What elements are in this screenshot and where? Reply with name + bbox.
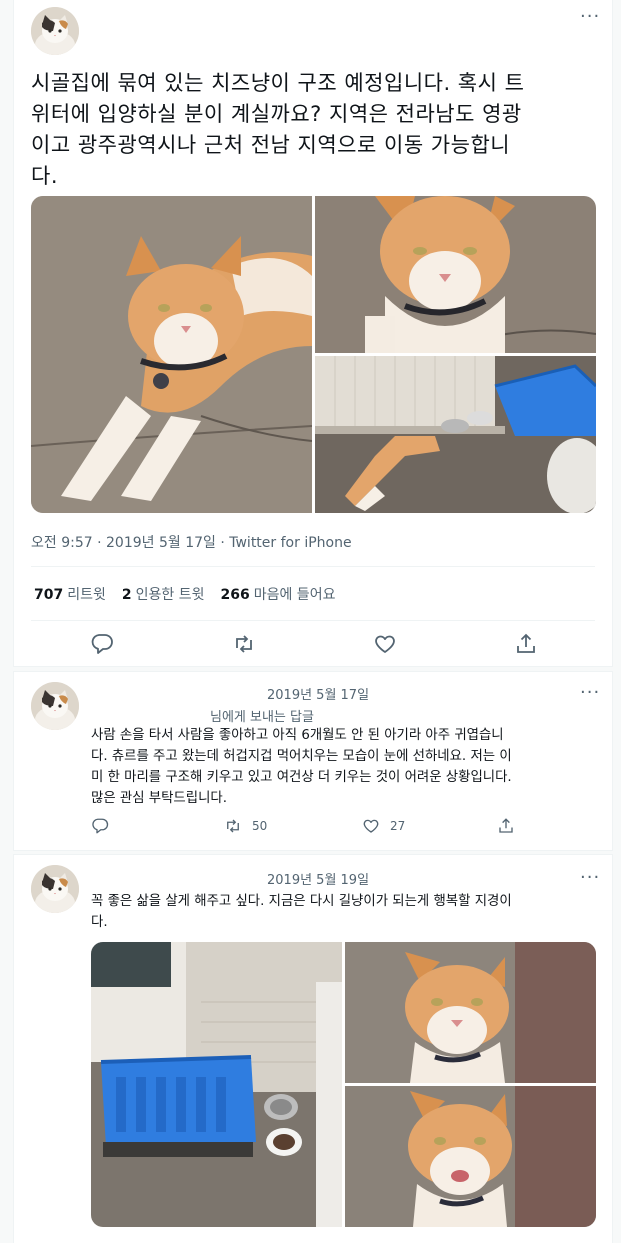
reply-to-label: 님에게 보내는 답글: [210, 710, 314, 725]
cat-photo-image: [31, 196, 312, 513]
more-icon[interactable]: ···: [580, 8, 600, 26]
reply-icon: [92, 818, 109, 834]
share-button[interactable]: [497, 817, 515, 835]
avatar[interactable]: [31, 682, 79, 730]
reply-text: 꼭 좋은 삶을 살게 해주고 싶다. 지금은 다시 길냥이가 되는게 행복할 지…: [91, 891, 601, 933]
photo-cat-meowing[interactable]: [345, 1086, 596, 1227]
more-icon[interactable]: ···: [580, 869, 600, 887]
tweet-text-line: 다.: [31, 164, 58, 188]
reply-text-line: 다. 츄르를 주고 왔는데 허겁지겁 먹어치우는 모습이 눈에 선하네요. 저는…: [91, 749, 512, 764]
photo-cat-lying[interactable]: [31, 196, 312, 513]
tweet-text-line: 시골집에 묶여 있는 치즈냥이 구조 예정입니다. 혹시 트: [31, 71, 525, 95]
retweet-button[interactable]: 50: [224, 817, 267, 835]
reply-text-line: 많은 관심 부탁드립니다.: [91, 791, 227, 806]
like-button[interactable]: 27: [362, 817, 405, 835]
tweet-text-line: 이고 광주광역시나 근처 전남 지역으로 이동 가능합니: [31, 133, 511, 157]
reply-tweet[interactable]: ··· 2019년 5월 17일 님에게 보내는 답글 사람 손을 타서 사람을…: [13, 671, 613, 851]
cat-photo-image: [345, 1086, 596, 1227]
cat-photo-image: [315, 356, 596, 513]
photo-grid: [91, 942, 596, 1227]
reply-icon[interactable]: [90, 632, 114, 656]
share-icon[interactable]: [514, 632, 538, 656]
tweet-stats: 707 리트윗 2 인용한 트윗 266 마음에 들어요: [34, 584, 335, 604]
photo-cat-face[interactable]: [315, 196, 596, 353]
like-icon: [363, 819, 379, 833]
main-tweet: ··· 시골집에 묶여 있는 치즈냥이 구조 예정입니다. 혹시 트 위터에 입…: [13, 0, 613, 667]
retweets-stat[interactable]: 707 리트윗: [34, 584, 106, 604]
photo-cat-yard[interactable]: [315, 356, 596, 513]
reply-text-line: 꼭 좋은 삶을 살게 해주고 싶다. 지금은 다시 길냥이가 되는게 행복할 지…: [91, 894, 512, 909]
retweet-icon: [227, 819, 239, 833]
like-icon[interactable]: [373, 632, 397, 656]
reply-text-line: 미 한 마리를 구조해 키우고 있고 여건상 더 키우는 것이 어려운 상황입니…: [91, 770, 512, 785]
likes-count: 266: [220, 587, 250, 603]
avatar-image: [31, 865, 79, 913]
divider: [31, 566, 595, 567]
photo-crate[interactable]: [91, 942, 342, 1227]
photo-cat-sitting[interactable]: [345, 942, 596, 1083]
avatar[interactable]: [31, 7, 79, 55]
reply-tweet[interactable]: ··· 2019년 5월 19일 꼭 좋은 삶을 살게 해주고 싶다. 지금은 …: [13, 854, 613, 1243]
share-icon: [499, 818, 513, 833]
quotes-label: 인용한 트윗: [135, 587, 205, 603]
retweet-count: 50: [252, 819, 268, 833]
reply-text-line: 다.: [91, 915, 108, 930]
retweets-count: 707: [34, 587, 64, 603]
retweet-icon[interactable]: [232, 632, 256, 656]
avatar-image: [31, 682, 79, 730]
avatar[interactable]: [31, 865, 79, 913]
tweet-text-line: 위터에 입양하실 분이 계실까요? 지역은 전라남도 영광: [31, 102, 522, 126]
reply-text-line: 사람 손을 타서 사람을 좋아하고 아직 6개월도 안 된 아기라 아주 귀엽습…: [91, 728, 504, 743]
cat-photo-image: [315, 196, 596, 353]
likes-stat[interactable]: 266 마음에 들어요: [220, 584, 335, 604]
quotes-count: 2: [121, 587, 132, 603]
tweet-text: 시골집에 묶여 있는 치즈냥이 구조 예정입니다. 혹시 트 위터에 입양하실 …: [31, 68, 591, 192]
photo-grid: [31, 196, 596, 513]
reply-button[interactable]: [91, 817, 109, 835]
retweets-label: 리트윗: [67, 587, 106, 603]
reply-text: 사람 손을 타서 사람을 좋아하고 아직 6개월도 안 된 아기라 아주 귀엽습…: [91, 725, 601, 809]
avatar-image: [31, 7, 79, 55]
more-icon[interactable]: ···: [580, 684, 600, 702]
crate-photo-image: [91, 942, 342, 1227]
tweet-timestamp[interactable]: 오전 9:57 · 2019년 5월 17일 · Twitter for iPh…: [31, 532, 352, 552]
quotes-stat[interactable]: 2 인용한 트윗: [122, 584, 205, 604]
like-count: 27: [390, 819, 406, 833]
reply-date[interactable]: 2019년 5월 19일: [267, 869, 369, 888]
cat-photo-image: [345, 942, 596, 1083]
reply-date[interactable]: 2019년 5월 17일: [267, 684, 369, 703]
likes-label: 마음에 들어요: [253, 587, 336, 603]
divider: [31, 620, 595, 621]
